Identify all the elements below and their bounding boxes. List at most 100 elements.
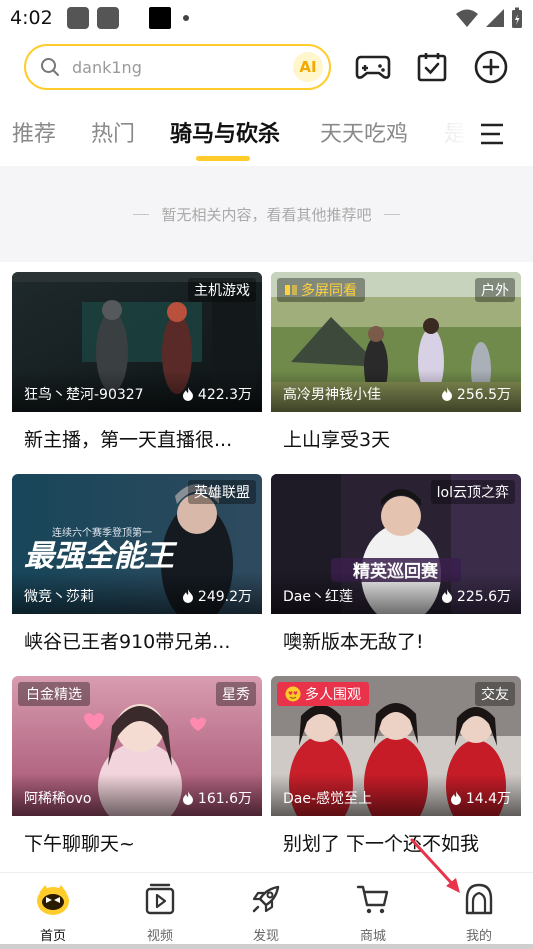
divider (133, 213, 150, 215)
nav-home[interactable]: 首页 (18, 881, 88, 944)
category-tabs: 推荐 热门 骑马与砍杀 天天吃鸡 是 (0, 116, 533, 162)
live-card[interactable]: 多屏同看 户外 高冷男神钱小佳 256.5万 上山享受3天 (271, 272, 521, 464)
flame-icon (182, 589, 193, 603)
nav-mall-label: 商城 (359, 929, 386, 944)
card-thumbnail: 主机游戏 狂鸟丶楚河-90327 422.3万 (12, 272, 262, 412)
menu-icon[interactable] (480, 122, 504, 146)
battery-icon (512, 7, 522, 28)
system-nav-bar (0, 944, 533, 949)
streamer-name: 高冷男神钱小佳 (283, 387, 381, 403)
card-thumbnail: 多屏同看 户外 高冷男神钱小佳 256.5万 (271, 272, 521, 412)
category-badge: 主机游戏 (188, 278, 256, 302)
category-badge: 户外 (475, 278, 515, 302)
card-title: 噢新版本无敌了! (283, 631, 424, 653)
nav-video[interactable]: 视频 (125, 881, 195, 944)
category-badge: lol云顶之弈 (430, 480, 515, 504)
view-count-value: 225.6万 (456, 589, 511, 605)
card-title: 峡谷已王者910带兄弟... (24, 631, 231, 653)
card-title: 别划了 下一个还不如我 (283, 833, 480, 855)
flame-icon (441, 387, 452, 401)
wifi-icon (456, 9, 478, 27)
search-input[interactable]: dank1ng (72, 58, 142, 77)
streamer-name: 狂鸟丶楚河-90327 (24, 387, 144, 403)
card-thumbnail: 多人围观 交友 Dae-感觉至上 14.4万 (271, 676, 521, 832)
nav-discover-label: 发现 (252, 929, 279, 944)
thumbnail-banner: 最强全能王 (24, 539, 178, 574)
notification-icon (66, 7, 89, 29)
card-title: 下午聊聊天~ (24, 833, 135, 855)
signal-icon (486, 9, 504, 27)
divider (383, 213, 400, 215)
video-icon (145, 883, 175, 915)
view-count-value: 161.6万 (197, 791, 252, 807)
live-card[interactable]: 精英巡回赛 lol云顶之弈 Dae丶红莲 225.6万 噢新版本无敌了! (271, 474, 521, 666)
cart-icon (356, 885, 389, 914)
app-screen: 4:02 dank1ng AI 推荐 热门 骑马与砍杀 天天吃鸡 暂无相关内容，… (0, 0, 533, 949)
home-mascot-icon (37, 885, 69, 915)
flame-icon (182, 791, 193, 805)
gamepad-icon (355, 55, 391, 79)
live-card[interactable]: 白金精选 星秀 阿稀稀ovo 161.6万 下午聊聊天~ (12, 676, 262, 868)
nav-mall[interactable]: 商城 (338, 881, 408, 944)
live-card[interactable]: 最强全能王 连续六个赛季登顶第一 英雄联盟 微竞丶莎莉 249.2万 峡谷已王者… (12, 474, 262, 666)
thumbnail-banner-sub: 连续六个赛季登顶第一 (52, 526, 152, 539)
view-count: 256.5万 (441, 384, 511, 404)
multiscreen-tag: 多屏同看 (277, 278, 365, 302)
category-badge: 星秀 (216, 682, 256, 706)
streamer-name: Dae-感觉至上 (283, 791, 373, 807)
add-button[interactable] (472, 48, 510, 86)
view-count: 14.4万 (450, 788, 511, 808)
view-count: 422.3万 (182, 384, 252, 404)
streamer-name: 微竞丶莎莉 (24, 589, 94, 605)
pointer-arrow-icon (410, 838, 460, 893)
category-badge: 交友 (475, 682, 515, 706)
tag-label: 多屏同看 (301, 283, 357, 299)
card-thumbnail: 精英巡回赛 lol云顶之弈 Dae丶红莲 225.6万 (271, 474, 521, 624)
view-count-value: 422.3万 (197, 387, 252, 403)
more-notifications-icon (182, 15, 189, 21)
nav-discover[interactable]: 发现 (231, 881, 301, 944)
tab-recommend[interactable]: 推荐 (12, 116, 56, 148)
status-time: 4:02 (10, 7, 53, 29)
live-card[interactable]: 多人围观 交友 Dae-感觉至上 14.4万 别划了 下一个还不如我 (271, 676, 521, 868)
checkin-button[interactable] (413, 48, 451, 86)
card-title: 上山享受3天 (283, 429, 391, 451)
heart-eyes-emoji-icon (285, 686, 301, 702)
tab-hot[interactable]: 热门 (91, 116, 135, 148)
empty-notice-text: 暂无相关内容，看看其他推荐吧 (161, 205, 372, 224)
tag-label: 多人围观 (305, 687, 361, 703)
view-count: 225.6万 (441, 586, 511, 606)
card-thumbnail: 最强全能王 连续六个赛季登顶第一 英雄联盟 微竞丶莎莉 249.2万 (12, 474, 262, 624)
view-count: 161.6万 (182, 788, 252, 808)
flame-icon (441, 589, 452, 603)
ai-search-button[interactable]: AI (293, 52, 323, 82)
multiscreen-icon (285, 285, 297, 295)
tab-pubg[interactable]: 天天吃鸡 (320, 116, 408, 148)
status-bar: 4:02 (0, 0, 533, 36)
tab-mount-and-blade[interactable]: 骑马与砍杀 (170, 116, 280, 148)
rocket-icon (252, 885, 280, 913)
header: dank1ng AI 推荐 热门 骑马与砍杀 天天吃鸡 是 (0, 36, 533, 166)
flame-icon (182, 387, 193, 401)
notification-icon (96, 7, 119, 29)
crowd-tag: 多人围观 (277, 682, 369, 706)
view-count-value: 249.2万 (197, 589, 252, 605)
empty-notice: 暂无相关内容，看看其他推荐吧 (0, 166, 533, 262)
live-feed: 主机游戏 狂鸟丶楚河-90327 422.3万 新主播，第一天直播很... 多屏… (0, 262, 533, 872)
search-bar[interactable]: dank1ng AI (24, 44, 331, 90)
calendar-check-icon (417, 53, 447, 82)
search-icon (41, 58, 59, 76)
live-card[interactable]: 主机游戏 狂鸟丶楚河-90327 422.3万 新主播，第一天直播很... (12, 272, 262, 464)
card-thumbnail: 白金精选 星秀 阿稀稀ovo 161.6万 (12, 676, 262, 830)
plus-circle-icon (474, 50, 508, 84)
card-title: 新主播，第一天直播很... (24, 429, 233, 451)
view-count: 249.2万 (182, 586, 252, 606)
streamer-name: Dae丶红莲 (283, 589, 353, 605)
notification-icon (148, 7, 171, 29)
category-badge: 英雄联盟 (188, 480, 256, 504)
view-count-value: 14.4万 (465, 791, 511, 807)
gamepad-button[interactable] (354, 48, 392, 86)
nav-video-label: 视频 (146, 929, 173, 944)
flame-icon (450, 791, 461, 805)
tabs-fade (430, 116, 470, 156)
